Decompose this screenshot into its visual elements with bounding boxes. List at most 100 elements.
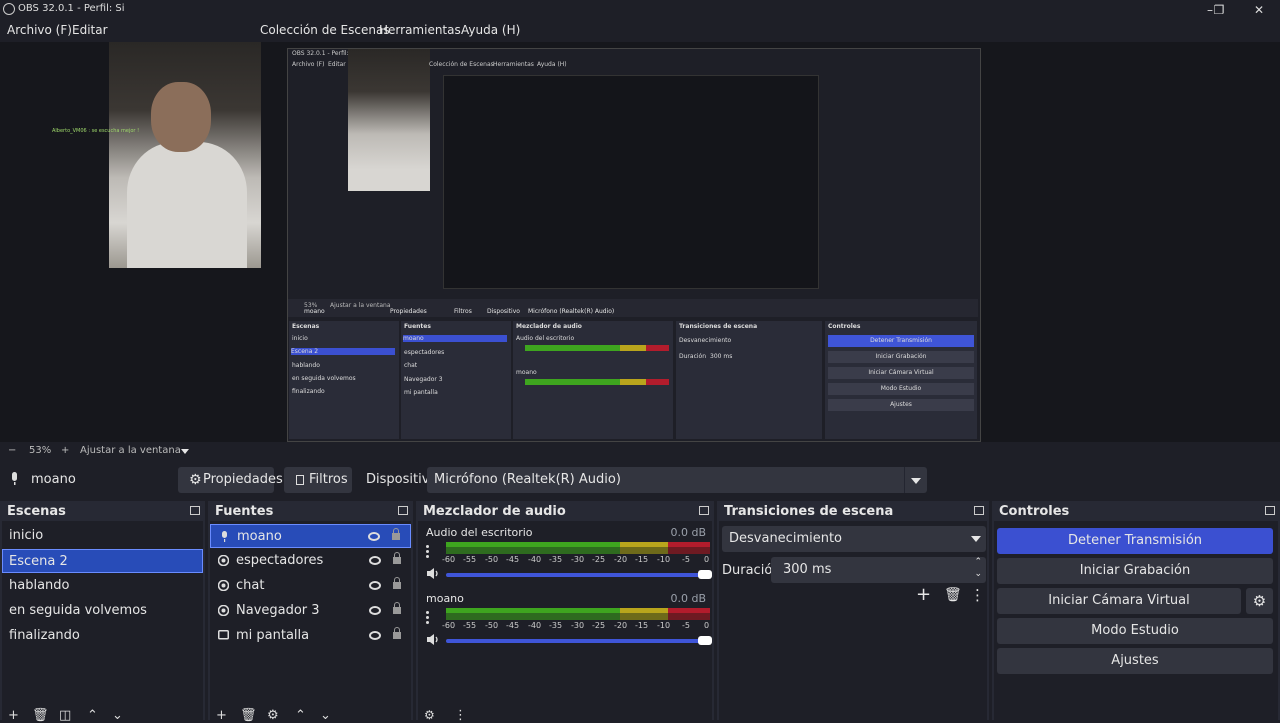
- scene-filter-icon[interactable]: ◫: [59, 708, 71, 723]
- menu-tools[interactable]: Herramientas: [379, 23, 461, 37]
- inner-properties: Propiedades: [390, 308, 427, 315]
- zoom-out-button[interactable]: −: [8, 445, 16, 456]
- mixer-channel-name: Audio del escritorio: [426, 526, 533, 539]
- scene-item[interactable]: inicio: [2, 524, 203, 548]
- scene-item[interactable]: finalizando: [2, 624, 203, 648]
- source-item[interactable]: moano: [210, 524, 411, 548]
- zoom-dropdown-icon[interactable]: [181, 449, 189, 454]
- mixer-title: Mezclador de audio: [423, 504, 566, 519]
- virtual-cam-settings-gear-icon[interactable]: ⚙: [1246, 588, 1273, 614]
- zoom-level: 53%: [29, 445, 52, 456]
- trash-icon[interactable]: 🗑: [944, 587, 962, 603]
- source-label: espectadores: [236, 553, 324, 568]
- zoom-in-button[interactable]: +: [61, 445, 69, 456]
- kebab-menu-icon[interactable]: [426, 611, 429, 626]
- source-item[interactable]: mi pantalla: [210, 624, 411, 648]
- add-icon[interactable]: +: [216, 708, 227, 723]
- audio-mixer-dock: Mezclador de audio Audio del escritorio …: [416, 501, 714, 723]
- zoom-fit-select[interactable]: Ajustar a la ventana: [80, 445, 181, 456]
- inner-scene-item: finalizando: [292, 388, 325, 395]
- kebab-menu-icon[interactable]: [426, 545, 429, 560]
- volume-slider[interactable]: [446, 570, 712, 579]
- properties-button[interactable]: ⚙ Propiedades: [178, 467, 283, 493]
- source-item[interactable]: Navegador 3: [210, 599, 411, 623]
- inner-control-button: Iniciar Cámara Virtual: [828, 367, 974, 379]
- studio-mode-button[interactable]: Modo Estudio: [997, 618, 1273, 644]
- lock-icon[interactable]: [393, 602, 401, 614]
- visibility-eye-icon[interactable]: [369, 556, 381, 565]
- filter-icon: [296, 475, 304, 485]
- maximize-button[interactable]: ❐: [1209, 2, 1229, 18]
- lock-icon[interactable]: [393, 552, 401, 564]
- scene-label: inicio: [9, 528, 44, 543]
- inner-mixer-channel: Audio del escritorio: [516, 335, 575, 342]
- add-icon[interactable]: +: [8, 708, 19, 723]
- duration-value: 300 ms: [783, 562, 832, 577]
- kebab-menu-icon[interactable]: ⋮: [970, 586, 985, 604]
- menu-edit[interactable]: Editar: [72, 23, 108, 37]
- transition-select[interactable]: Desvanecimiento: [722, 526, 986, 552]
- move-up-icon[interactable]: ⌃: [87, 708, 98, 723]
- nested-obs-capture: OBS 32.0.1 - Perfil: Si Archivo (F) Edit…: [287, 48, 981, 442]
- menu-file[interactable]: Archivo (F): [7, 23, 72, 37]
- volume-meter: [446, 608, 710, 620]
- settings-button[interactable]: Ajustes: [997, 648, 1273, 674]
- device-dropdown-arrow[interactable]: [904, 467, 927, 493]
- inner-source-item: espectadores: [404, 349, 445, 356]
- inner-transition-value: Desvanecimiento: [679, 337, 732, 344]
- globe-icon: [218, 605, 229, 616]
- trash-icon[interactable]: 🗑: [32, 708, 49, 723]
- scene-item[interactable]: hablando: [2, 574, 203, 598]
- visibility-eye-icon[interactable]: [369, 581, 381, 590]
- menu-help[interactable]: Ayuda (H): [461, 23, 520, 37]
- lock-icon[interactable]: [393, 577, 401, 589]
- filters-button[interactable]: Filtros: [284, 467, 352, 493]
- float-dock-icon[interactable]: [1265, 506, 1275, 515]
- visibility-eye-icon[interactable]: [369, 631, 381, 640]
- duration-spinbox[interactable]: 300 ms ⌃ ⌄: [771, 557, 986, 583]
- float-dock-icon[interactable]: [190, 506, 200, 515]
- microphone-icon: [222, 531, 227, 542]
- close-button[interactable]: ✕: [1249, 2, 1269, 18]
- kebab-menu-icon[interactable]: ⋮: [454, 708, 467, 723]
- lock-icon[interactable]: [392, 528, 400, 540]
- lock-icon[interactable]: [393, 627, 401, 639]
- spin-down-icon[interactable]: ⌄: [974, 569, 982, 579]
- menu-scene-collection[interactable]: Colección de Escenas: [260, 23, 390, 37]
- gear-icon[interactable]: ⚙: [267, 708, 279, 723]
- visibility-eye-icon[interactable]: [368, 532, 380, 541]
- spin-up-icon[interactable]: ⌃: [974, 557, 982, 567]
- inner-scenes-panel: Escenas inicio Escena 2 hablando en segu…: [289, 321, 399, 439]
- speaker-icon[interactable]: [427, 568, 440, 579]
- source-label: mi pantalla: [236, 628, 310, 643]
- visibility-eye-icon[interactable]: [369, 606, 381, 615]
- globe-icon: [218, 555, 229, 566]
- move-down-icon[interactable]: ⌄: [320, 708, 331, 723]
- float-dock-icon[interactable]: [699, 506, 709, 515]
- trash-icon[interactable]: 🗑: [240, 708, 257, 723]
- inner-source-item: moano: [403, 335, 507, 342]
- device-select[interactable]: Micrófono (Realtek(R) Audio): [427, 467, 927, 493]
- stop-stream-button[interactable]: Detener Transmisión: [997, 528, 1273, 554]
- chat-overlay-message: Alberto_VM06 : se escucha mejor !: [52, 128, 140, 134]
- move-up-icon[interactable]: ⌃: [295, 708, 306, 723]
- add-transition-icon[interactable]: +: [916, 584, 931, 605]
- speaker-icon[interactable]: [427, 634, 440, 645]
- move-down-icon[interactable]: ⌄: [112, 708, 123, 723]
- window-title: OBS 32.0.1 - Perfil: Si: [18, 3, 125, 14]
- inner-source-item: Navegador 3: [404, 376, 443, 383]
- source-item[interactable]: chat: [210, 574, 411, 598]
- float-dock-icon[interactable]: [974, 506, 984, 515]
- filters-label: Filtros: [309, 472, 348, 487]
- transition-value: Desvanecimiento: [729, 531, 843, 546]
- program-preview[interactable]: Alberto_VM06 : se escucha mejor ! OBS 32…: [0, 42, 1280, 442]
- float-dock-icon[interactable]: [398, 506, 408, 515]
- source-item[interactable]: espectadores: [210, 549, 411, 573]
- inner-mixer-title: Mezclador de audio: [516, 323, 582, 330]
- scene-item[interactable]: Escena 2: [2, 549, 203, 573]
- scene-item[interactable]: en seguida volvemos: [2, 599, 203, 623]
- volume-slider[interactable]: [446, 636, 712, 645]
- start-virtual-cam-button[interactable]: Iniciar Cámara Virtual: [997, 588, 1241, 614]
- start-recording-button[interactable]: Iniciar Grabación: [997, 558, 1273, 584]
- inner-mixer-panel: Mezclador de audio Audio del escritorio …: [513, 321, 673, 439]
